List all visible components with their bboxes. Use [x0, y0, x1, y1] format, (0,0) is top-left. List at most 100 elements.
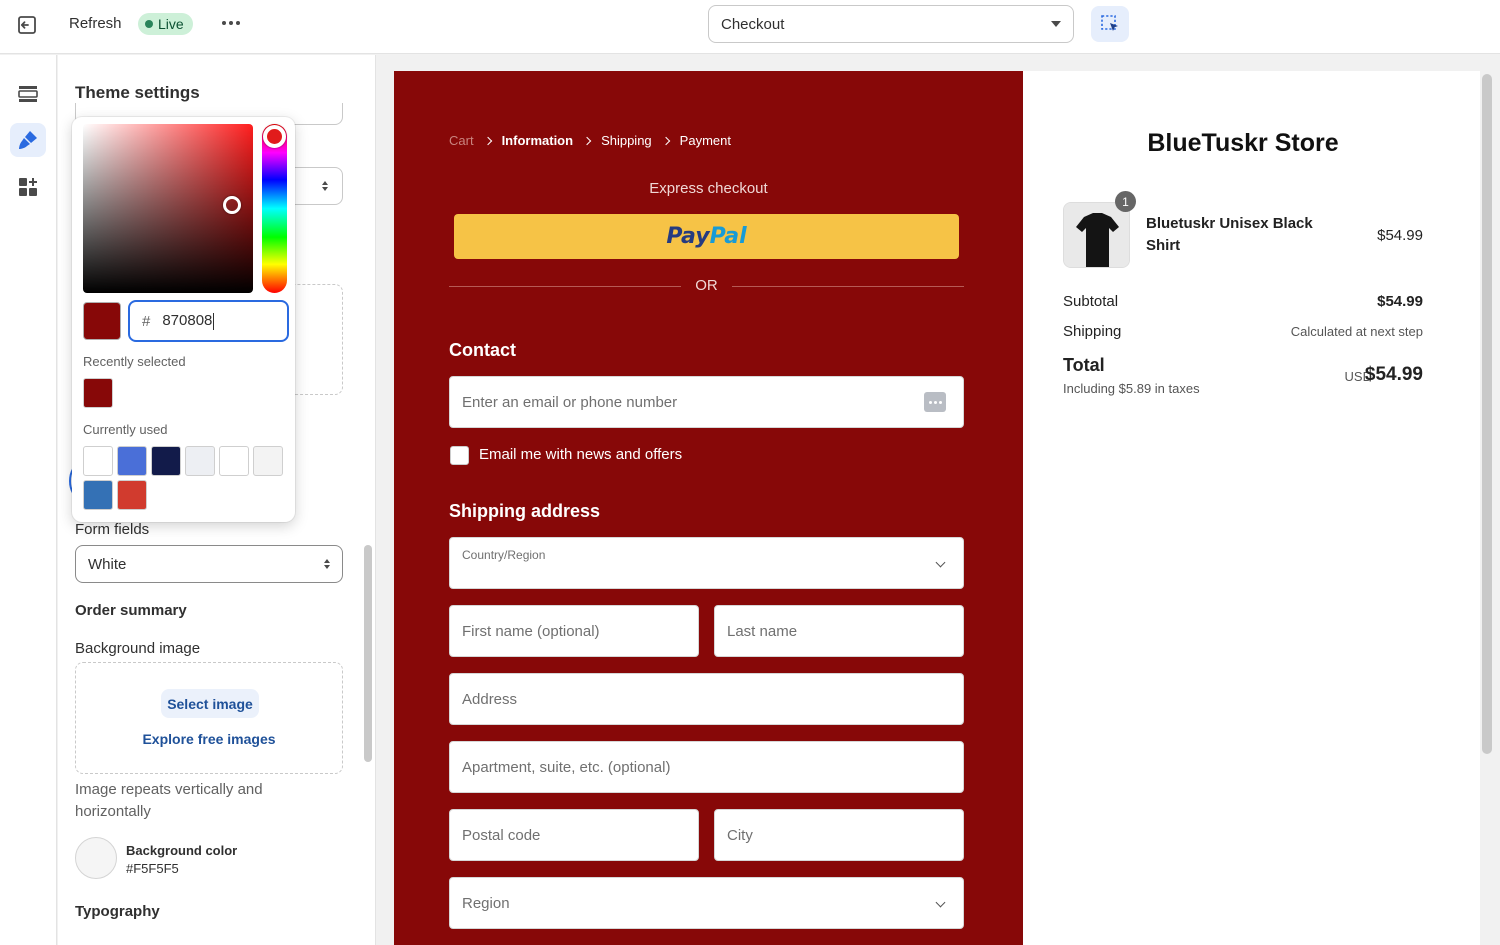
shipping-label: Shipping: [1063, 323, 1122, 340]
form-fields-value: White: [88, 555, 127, 573]
city-field[interactable]: City: [714, 809, 964, 861]
country-label: Country/Region: [462, 548, 546, 562]
image-help-text: Image repeats vertically and horizontall…: [75, 781, 263, 820]
current-color-swatch: [83, 302, 121, 340]
email-field[interactable]: Enter an email or phone number: [449, 376, 964, 428]
color-picker-popover: # 870808 Recently selected Currently use…: [72, 117, 295, 522]
breadcrumb-shipping: Shipping: [601, 133, 652, 148]
explore-images-link[interactable]: Explore free images: [76, 731, 342, 747]
contact-heading: Contact: [449, 340, 516, 360]
more-horizontal-icon[interactable]: [220, 12, 242, 34]
email-placeholder: Enter an email or phone number: [462, 393, 678, 411]
address-field[interactable]: Address: [449, 673, 964, 725]
live-label: Live: [158, 16, 184, 32]
hue-thumb[interactable]: [263, 125, 286, 148]
checkout-preview-frame: Cart Information Shipping Payment Expres…: [394, 71, 1480, 945]
total-value: $54.99: [1364, 364, 1423, 385]
chevron-right-icon: [483, 136, 492, 145]
quantity-badge: 1: [1115, 191, 1136, 212]
shipping-address-heading: Shipping address: [449, 501, 601, 521]
used-color-swatch[interactable]: [117, 446, 147, 476]
newsletter-checkbox[interactable]: [450, 446, 469, 465]
checkout-main: Cart Information Shipping Payment Expres…: [394, 71, 1023, 945]
chevron-down-icon: [935, 897, 946, 908]
address-placeholder: Address: [462, 690, 518, 708]
breadcrumb-information: Information: [501, 133, 574, 148]
postal-code-placeholder: Postal code: [462, 826, 541, 844]
city-placeholder: City: [727, 826, 753, 844]
typography-heading: Typography: [75, 903, 160, 920]
total-label: Total: [1063, 355, 1105, 375]
first-name-field[interactable]: First name (optional): [449, 605, 699, 657]
shipping-value: Calculated at next step: [1290, 324, 1423, 339]
last-name-field[interactable]: Last name: [714, 605, 964, 657]
product-price: $54.99: [1377, 227, 1423, 244]
region-select[interactable]: Region: [449, 877, 964, 929]
background-image-label: Background image: [75, 640, 201, 657]
panel-scrollbar[interactable]: [364, 545, 372, 762]
hash-prefix: #: [142, 312, 151, 330]
refresh-button[interactable]: Refresh: [69, 15, 122, 32]
paypal-logo-pal: Pal: [709, 224, 747, 249]
sections-icon[interactable]: [10, 77, 46, 111]
first-name-placeholder: First name (optional): [462, 622, 600, 640]
apartment-placeholder: Apartment, suite, etc. (optional): [462, 758, 671, 776]
paypal-button[interactable]: Pay Pal: [454, 214, 959, 259]
used-color-swatch[interactable]: [83, 480, 113, 510]
form-fields-select[interactable]: White: [75, 545, 343, 583]
background-color-swatch[interactable]: [75, 837, 117, 879]
breadcrumb: Cart Information Shipping Payment: [449, 133, 731, 148]
exit-icon[interactable]: [14, 12, 40, 38]
country-select[interactable]: Country/Region: [449, 537, 964, 589]
caret-down-icon: [1051, 21, 1061, 27]
last-name-placeholder: Last name: [727, 622, 798, 640]
postal-code-field[interactable]: Postal code: [449, 809, 699, 861]
used-color-swatch[interactable]: [253, 446, 283, 476]
breadcrumb-cart[interactable]: Cart: [449, 133, 474, 148]
used-color-swatch[interactable]: [117, 480, 147, 510]
left-rail: [0, 55, 57, 945]
shipping-row: Shipping Calculated at next step: [1063, 323, 1423, 340]
subtotal-row: Subtotal $54.99: [1063, 293, 1423, 310]
hue-slider[interactable]: [262, 124, 287, 293]
preview-scrollbar[interactable]: [1482, 74, 1492, 754]
breadcrumb-payment: Payment: [679, 133, 731, 148]
hex-input[interactable]: # 870808: [128, 300, 289, 342]
background-image-dropzone: Select image Explore free images: [75, 662, 343, 774]
taxes-note: Including $5.89 in taxes: [1063, 381, 1200, 396]
live-status-badge: Live: [138, 13, 193, 35]
chevron-right-icon: [582, 136, 592, 145]
used-color-swatch[interactable]: [83, 446, 113, 476]
subtotal-value: $54.99: [1377, 293, 1423, 310]
newsletter-label: Email me with news and offers: [479, 446, 683, 463]
currently-used-label: Currently used: [83, 422, 168, 437]
store-name: BlueTuskr Store: [1147, 129, 1339, 157]
select-inspector-icon[interactable]: [1091, 6, 1129, 42]
panel-title: Theme settings: [75, 83, 200, 102]
order-summary-heading: Order summary: [75, 602, 187, 619]
paintbrush-icon[interactable]: [10, 123, 46, 157]
used-color-swatch[interactable]: [219, 446, 249, 476]
order-summary-sidebar: BlueTuskr Store 1 Bluetuskr Unisex Black…: [1023, 71, 1480, 945]
apartment-field[interactable]: Apartment, suite, etc. (optional): [449, 741, 964, 793]
used-color-swatch[interactable]: [185, 446, 215, 476]
form-fields-label: Form fields: [75, 521, 150, 538]
background-color-label: Background color: [126, 843, 238, 858]
or-divider: OR: [449, 277, 964, 297]
saturation-thumb[interactable]: [223, 196, 241, 214]
chevron-down-icon: [935, 557, 946, 568]
used-color-swatch[interactable]: [151, 446, 181, 476]
select-arrows-icon: [324, 559, 330, 569]
template-select-value: Checkout: [721, 15, 785, 33]
express-checkout-label: Express checkout: [649, 180, 768, 197]
select-image-button[interactable]: Select image: [161, 689, 259, 718]
apps-icon[interactable]: [10, 170, 46, 204]
recently-selected-label: Recently selected: [83, 354, 186, 369]
template-select[interactable]: Checkout: [708, 5, 1074, 43]
chevron-right-icon: [661, 136, 670, 145]
autofill-dots-icon[interactable]: [924, 392, 946, 412]
product-image: [1063, 202, 1130, 268]
recent-color-swatch[interactable]: [83, 378, 113, 408]
paypal-logo-pay: Pay: [666, 224, 710, 249]
region-placeholder: Region: [462, 894, 510, 912]
